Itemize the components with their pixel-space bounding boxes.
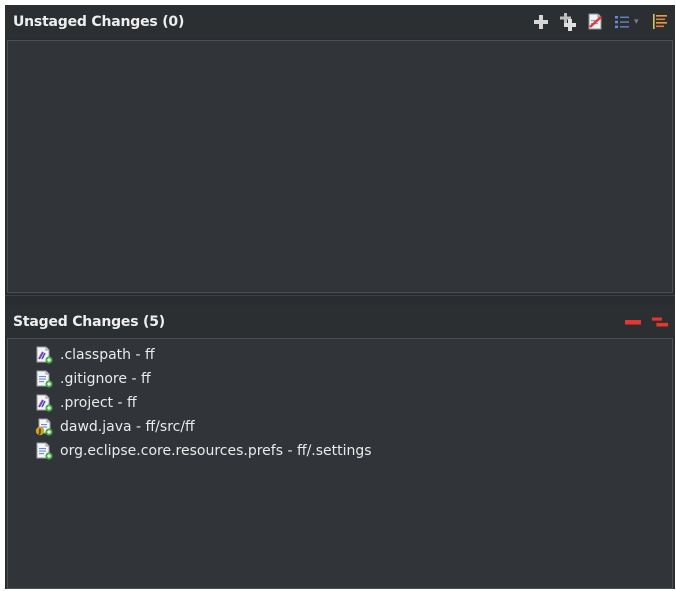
java-file-added-icon: J [35, 418, 53, 436]
add-all-to-index-button[interactable] [559, 12, 577, 31]
file-label: org.eclipse.core.resources.prefs - ff/.s… [60, 443, 372, 459]
xml-file-added-icon [36, 394, 53, 412]
presentation-list-button[interactable] [613, 13, 631, 31]
remove-from-index-button[interactable] [624, 313, 642, 331]
sort-icon [653, 14, 667, 29]
remove-file-button[interactable] [586, 13, 604, 31]
staged-file-item[interactable]: J dawd.java - ff/src/ff [8, 415, 672, 439]
remove-from-index-icon [625, 319, 641, 324]
staged-file-list-panel: .classpath - ff .gitignore - ff .project… [7, 338, 673, 589]
svg-text:J: J [38, 427, 41, 435]
staged-file-item[interactable]: org.eclipse.core.resources.prefs - ff/.s… [8, 439, 672, 463]
remove-all-from-index-button[interactable] [651, 313, 669, 331]
file-label: .classpath - ff [60, 347, 155, 363]
remove-all-from-index-icon [651, 317, 669, 326]
staged-title: Staged Changes (5) [13, 313, 165, 330]
staged-header: Staged Changes (5) [5, 305, 675, 338]
unstaged-toolbar: ▾ [532, 12, 669, 31]
presentation-list-icon [615, 15, 629, 28]
staged-toolbar [624, 313, 669, 331]
unstaged-file-list[interactable] [7, 40, 673, 293]
unstaged-section: Unstaged Changes (0) ▾ [5, 5, 675, 295]
unstaged-header: Unstaged Changes (0) ▾ [5, 5, 675, 38]
text-file-added-icon [36, 370, 53, 388]
remove-file-icon [588, 13, 602, 30]
add-all-to-index-icon [560, 12, 576, 31]
file-label: .project - ff [60, 395, 137, 411]
presentation-dropdown-chevron-icon[interactable]: ▾ [634, 17, 642, 27]
file-label: .gitignore - ff [60, 371, 151, 387]
staged-section: Staged Changes (5) .classpath - ff .giti… [5, 305, 675, 589]
staged-file-list: .classpath - ff .gitignore - ff .project… [8, 339, 672, 463]
file-label: dawd.java - ff/src/ff [60, 419, 195, 435]
staging-view: Unstaged Changes (0) ▾ Staged Changes (5… [5, 5, 675, 589]
staged-file-item[interactable]: .classpath - ff [8, 343, 672, 367]
add-to-index-button[interactable] [532, 13, 550, 31]
section-splitter[interactable] [5, 295, 675, 305]
text-file-added-icon [36, 442, 53, 460]
staged-file-item[interactable]: .gitignore - ff [8, 367, 672, 391]
staged-file-item[interactable]: .project - ff [8, 391, 672, 415]
xml-file-added-icon [36, 346, 53, 364]
unstaged-title: Unstaged Changes (0) [13, 13, 185, 30]
add-to-index-icon [534, 14, 548, 29]
sort-button[interactable] [651, 13, 669, 31]
